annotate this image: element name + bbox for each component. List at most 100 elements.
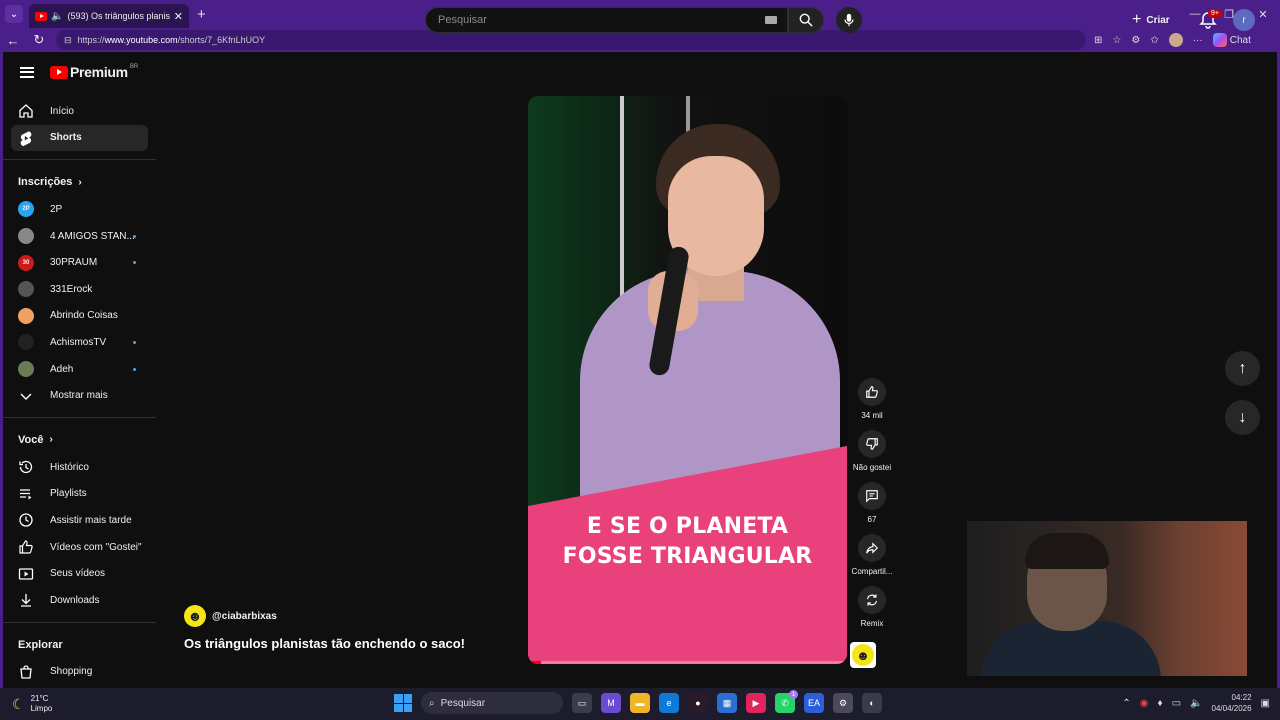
shorts-video-player[interactable]: E SE O PLANETA FOSSE TRIANGULAR (528, 96, 847, 664)
sidebar-item-downloads[interactable]: Downloads (3, 587, 156, 614)
new-content-dot (133, 234, 136, 238)
microphone-tray-icon[interactable]: ♦ (1157, 698, 1162, 709)
browser-tab-active[interactable]: 🔈 (593) Os triângulos planistas ✕ (29, 4, 189, 28)
whatsapp-icon[interactable]: ✆ 1 (775, 690, 798, 713)
search-icon: ⌕ (429, 697, 435, 709)
sidebar-item-your-videos[interactable]: Seus vídeos (3, 560, 156, 587)
channel-avatar: 30 (18, 254, 34, 271)
chat-label: Chat (1229, 34, 1251, 46)
file-explorer-icon[interactable]: ▬ (630, 693, 650, 713)
speaker-icon[interactable]: 🔈 (51, 11, 63, 22)
more-menu-icon[interactable]: ··· (1193, 35, 1203, 46)
keyboard-icon[interactable] (765, 16, 777, 24)
channel-info[interactable]: ☻ @ciabarbixas (184, 605, 277, 627)
sidebar-item-playlists[interactable]: Playlists (3, 481, 156, 508)
previous-short-button[interactable]: ↑ (1225, 351, 1260, 386)
menu-icon[interactable] (20, 64, 34, 80)
taskbar-search-label: Pesquisar (440, 697, 486, 709)
sidebar-item-label: Shopping (50, 666, 93, 678)
ea-app-icon[interactable]: EA (804, 693, 824, 713)
channel-avatar[interactable]: ☻ (184, 605, 206, 627)
search-button[interactable] (788, 7, 824, 33)
sidebar-subscription-item[interactable]: 4 AMIGOS STAN... (3, 223, 156, 250)
url-field[interactable]: ⊟ https://www.youtube.com/shorts/7_6KfnL… (56, 30, 1086, 50)
subscription-label: AchismosTV (50, 336, 107, 348)
webcam-person-hair (1025, 533, 1109, 569)
your-videos-icon (18, 566, 34, 582)
sidebar-item-label: Vídeos com "Gostei" (50, 541, 142, 553)
arrow-down-icon: ↓ (1238, 408, 1247, 426)
video-frame (528, 96, 847, 531)
new-tab-button[interactable]: + (197, 6, 206, 23)
dislike-button[interactable] (858, 430, 886, 458)
video-progress-bar[interactable] (528, 661, 847, 664)
subscriptions-header[interactable]: Inscrições › (3, 168, 156, 196)
chevron-up-icon[interactable]: ⌃ (1122, 698, 1130, 709)
weather-widget[interactable]: ☾ 21°C Limpo (12, 694, 52, 714)
mic-icon (844, 13, 854, 27)
youtube-logo[interactable]: Premium BR (50, 64, 138, 80)
sidebar-item-shopping[interactable]: Shopping (3, 659, 156, 686)
share-button[interactable] (858, 534, 886, 562)
tab-list-button[interactable]: ⌄ (5, 5, 23, 23)
sidebar-item-shorts[interactable]: Shorts (11, 124, 148, 152)
app-tray-icon[interactable]: ◐ (862, 693, 882, 713)
notification-center-icon[interactable]: ▣ (1261, 698, 1270, 709)
remix-button[interactable] (858, 586, 886, 614)
extensions-icon[interactable]: ⚙ (1131, 35, 1140, 46)
like-button[interactable] (858, 378, 886, 406)
sidebar-subscription-item[interactable]: AchismosTV (3, 329, 156, 356)
sidebar-subscription-item[interactable]: Abrindo Coisas (3, 303, 156, 330)
you-header[interactable]: Você › (3, 426, 156, 454)
explore-header: Explorar (3, 631, 156, 659)
voice-search-button[interactable] (836, 7, 862, 33)
favorites-icon[interactable]: ✩ (1150, 35, 1158, 46)
favorite-star-icon[interactable]: ☆ (1112, 35, 1121, 46)
obs-app-icon[interactable]: ● (688, 693, 708, 713)
youtube-play-icon (50, 65, 68, 79)
sidebar-item-history[interactable]: Histórico (3, 454, 156, 481)
edge-browser-icon[interactable]: e (659, 693, 679, 713)
new-content-dot (133, 340, 136, 344)
sidebar-item-liked[interactable]: Vídeos com "Gostei" (3, 534, 156, 561)
clock[interactable]: 04:22 04/04/2026 (1212, 692, 1252, 714)
sidebar-item-label: Playlists (50, 488, 87, 500)
show-more-button[interactable]: Mostrar mais (3, 382, 156, 409)
volume-icon[interactable]: 🔈 (1190, 698, 1202, 709)
app-available-icon[interactable]: ⊞ (1094, 35, 1102, 46)
sidebar-item-home[interactable]: Início (3, 98, 156, 125)
copilot-chat-button[interactable]: Chat (1212, 33, 1251, 47)
sidebar-subscription-item[interactable]: 30 30PRAUM (3, 249, 156, 276)
download-icon (18, 592, 34, 608)
network-icon[interactable]: ▭ (1172, 698, 1181, 709)
sidebar-subscription-item[interactable]: Adeh (3, 356, 156, 383)
back-icon[interactable]: ← (0, 33, 26, 48)
video-progress-fill (528, 661, 541, 664)
media-player-icon[interactable]: ▶ (746, 693, 766, 713)
sidebar-subscription-item[interactable]: 2P 2P (3, 196, 156, 223)
subscription-label: 331Erock (50, 283, 93, 295)
taskbar-apps: ⌕ Pesquisar ▭ M ▬ e ● ▦ ▶ ✆ 1 EA ⚙ ◐ (394, 690, 882, 714)
task-view-icon[interactable]: ▭ (572, 693, 592, 713)
next-short-button[interactable]: ↓ (1225, 400, 1260, 435)
user-avatar[interactable]: r (1233, 9, 1255, 31)
close-tab-icon[interactable]: ✕ (174, 10, 183, 23)
comments-button[interactable] (858, 482, 886, 510)
webcam-overlay (967, 521, 1247, 676)
reload-icon[interactable]: ↻ (26, 32, 52, 48)
settings-icon[interactable]: ⚙ (833, 693, 853, 713)
create-button[interactable]: + Criar (1132, 9, 1170, 31)
start-button-icon[interactable] (394, 694, 412, 712)
taskbar-search[interactable]: ⌕ Pesquisar (421, 692, 563, 714)
search-input[interactable]: Pesquisar (425, 7, 788, 33)
antivirus-icon[interactable]: ◉ (1140, 698, 1149, 709)
app-m365-icon[interactable]: M (601, 693, 621, 713)
site-info-icon[interactable]: ⊟ (64, 35, 72, 46)
channel-name[interactable]: @ciabarbixas (212, 611, 277, 622)
sidebar-subscription-item[interactable]: 331Erock (3, 276, 156, 303)
audio-source-avatar[interactable]: ☻ (850, 642, 876, 668)
sidebar-item-watch-later[interactable]: Assistir mais tarde (3, 507, 156, 534)
profile-avatar[interactable] (1168, 33, 1183, 47)
microsoft-store-icon[interactable]: ▦ (717, 693, 737, 713)
arrow-up-icon: ↑ (1238, 359, 1247, 377)
